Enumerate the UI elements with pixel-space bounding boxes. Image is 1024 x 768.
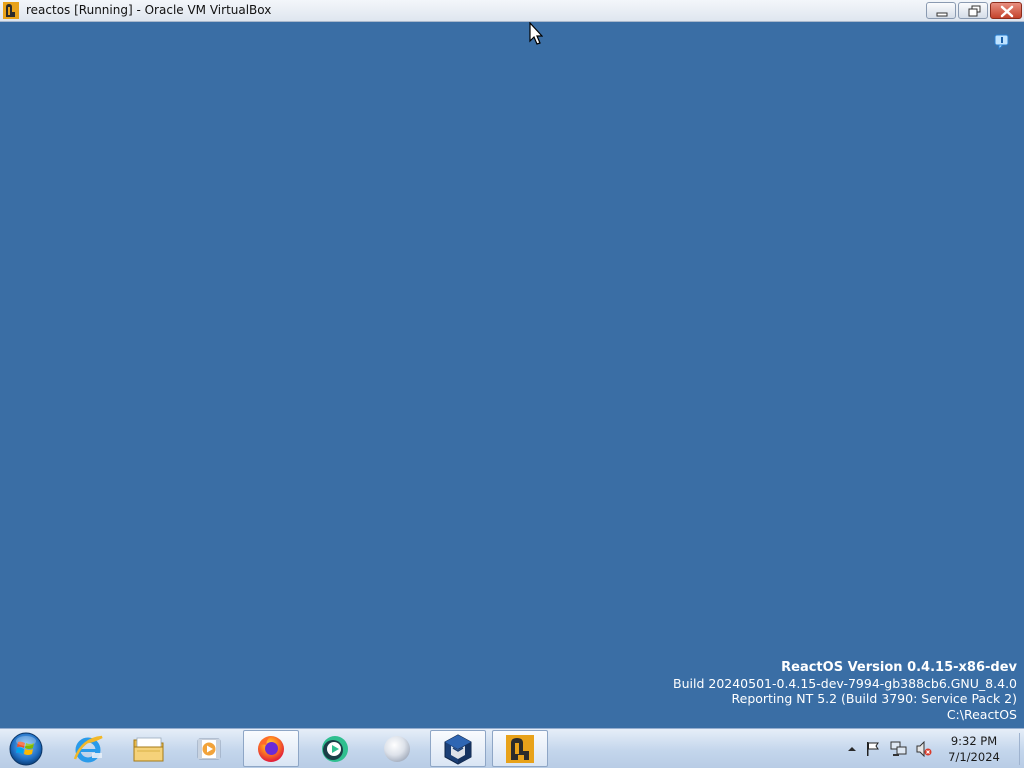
close-button[interactable] <box>990 2 1022 19</box>
taskbar-item-green-media-app[interactable] <box>307 730 363 767</box>
restore-icon <box>968 5 981 17</box>
volume-muted-icon[interactable] <box>916 740 932 758</box>
reporting-line: Reporting NT 5.2 (Build 3790: Service Pa… <box>731 691 1018 706</box>
show-desktop-divider[interactable] <box>1019 733 1020 765</box>
reactos-vm-icon <box>506 734 534 763</box>
window-title-bar[interactable]: reactos [Running] - Oracle VM VirtualBox <box>0 0 1024 22</box>
taskbar-item-grey-orb-app[interactable] <box>369 730 425 767</box>
taskbar-item-media-player[interactable] <box>181 730 237 767</box>
build-line: Build 20240501-0.4.15-dev-7994-gb388cb6.… <box>673 675 1017 691</box>
show-hidden-icons-arrow[interactable] <box>844 741 860 757</box>
clock-date: 7/1/2024 <box>948 750 1000 764</box>
taskbar-item-firefox[interactable] <box>243 730 299 767</box>
clock[interactable]: 9:32 PM 7/1/2024 <box>938 733 1010 765</box>
taskbar: 9:32 PM 7/1/2024 <box>0 728 1024 768</box>
system-path-line: C:\ReactOS <box>946 706 1017 722</box>
desktop[interactable]: ReactOS Version 0.4.15-x86-dev Build 202… <box>0 21 1024 728</box>
virtualbox-icon <box>444 733 472 765</box>
taskbar-item-file-explorer[interactable] <box>121 730 177 767</box>
window-title: reactos [Running] - Oracle VM VirtualBox <box>26 3 272 17</box>
system-tray: 9:32 PM 7/1/2024 <box>842 729 1024 768</box>
mouse-pointer-icon <box>529 21 544 46</box>
file-explorer-icon <box>133 737 164 761</box>
restore-button[interactable] <box>958 2 988 19</box>
minimize-button[interactable] <box>926 2 956 19</box>
clock-time: 9:32 PM <box>950 734 998 748</box>
windows-start-orb-icon <box>9 732 43 766</box>
grey-orb-app-icon <box>384 735 410 762</box>
taskbar-item-reactos-vm[interactable] <box>492 730 548 767</box>
internet-explorer-icon <box>73 735 103 762</box>
notification-icon[interactable] <box>994 34 1010 51</box>
taskbar-item-virtualbox[interactable] <box>430 730 486 767</box>
firefox-icon <box>258 735 284 762</box>
version-info: ReactOS Version 0.4.15-x86-dev Build 202… <box>673 660 1017 722</box>
screen: reactos [Running] - Oracle VM VirtualBox <box>0 0 1024 768</box>
network-icon[interactable] <box>890 741 907 757</box>
version-line: ReactOS Version 0.4.15-x86-dev <box>781 660 1017 675</box>
action-center-flag-icon[interactable] <box>865 741 881 757</box>
start-button[interactable] <box>7 731 45 767</box>
taskbar-item-internet-explorer[interactable] <box>60 730 116 767</box>
minimize-icon <box>936 12 948 17</box>
reactos-vm-icon[interactable] <box>3 2 19 19</box>
green-media-app-icon <box>322 735 348 762</box>
media-player-icon <box>197 738 221 759</box>
close-icon <box>1000 5 1014 18</box>
